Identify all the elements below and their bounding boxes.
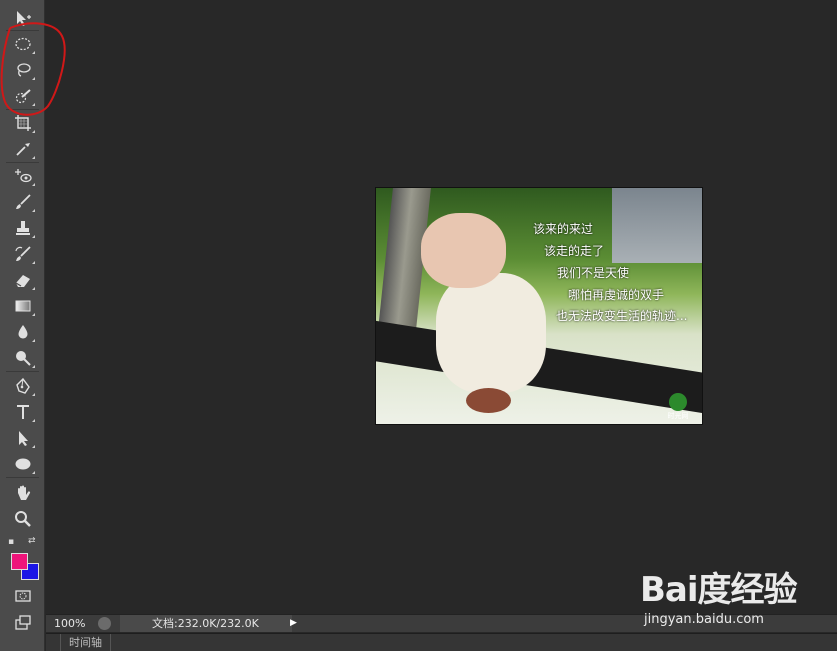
- bottom-panel-bar: 时间轴: [46, 633, 837, 651]
- path-selection-icon: [19, 431, 28, 446]
- path-selection-tool[interactable]: [9, 427, 37, 449]
- ellipse-shape-icon: [15, 458, 31, 470]
- foreground-color-swatch[interactable]: [11, 553, 28, 570]
- blur-icon: [18, 325, 28, 339]
- dodge-tool[interactable]: [9, 347, 37, 369]
- document-canvas[interactable]: 该来的来过 该走的走了 我们不是天使 哪怕再虔诚的双手 也无法改变生活的轨迹..…: [375, 187, 703, 425]
- teddy-bear-head: [421, 213, 506, 288]
- swap-colors-icon[interactable]: ⇄: [28, 536, 38, 546]
- default-colors-icon[interactable]: ▪: [8, 537, 18, 547]
- move-icon: [17, 11, 31, 26]
- zoom-options-icon[interactable]: [98, 617, 111, 630]
- zoom-level-field[interactable]: 100%: [46, 615, 94, 632]
- elliptical-marquee-icon: [15, 37, 31, 51]
- poem-line: 该走的走了: [544, 244, 605, 258]
- quick-mask-button[interactable]: [9, 585, 37, 607]
- eraser-tool[interactable]: [9, 269, 37, 291]
- poem-line: 也无法改变生活的轨迹...: [556, 309, 688, 323]
- poem-line: 该来的来过: [533, 222, 594, 236]
- zoom-tool[interactable]: [9, 508, 37, 530]
- history-brush-icon: [15, 246, 31, 261]
- screen-mode-icon: [15, 615, 31, 630]
- brush-icon: [16, 194, 31, 209]
- brush-tool[interactable]: [9, 191, 37, 213]
- toolbar-divider: [6, 162, 39, 163]
- gradient-icon: [15, 300, 31, 312]
- dodge-icon: [16, 351, 31, 366]
- spot-healing-tool[interactable]: [9, 165, 37, 187]
- move-tool[interactable]: [9, 7, 37, 29]
- toolbar-divider: [6, 109, 39, 110]
- status-menu-arrow-icon[interactable]: ▶: [290, 617, 302, 630]
- document-size-info: 文档:232.0K/232.0K: [120, 615, 292, 632]
- type-icon: [17, 405, 29, 419]
- tools-panel: ▪ ⇄: [0, 0, 45, 651]
- blur-tool[interactable]: [9, 321, 37, 343]
- toolbar-divider: [6, 477, 39, 478]
- pen-tool[interactable]: [9, 375, 37, 397]
- quick-selection-icon: [15, 89, 31, 104]
- history-brush-tool[interactable]: [9, 243, 37, 265]
- baidu-jingyan-watermark: Bai度经验 jingyan.baidu.com: [640, 562, 830, 632]
- quick-selection-tool[interactable]: [9, 85, 37, 107]
- clone-stamp-tool[interactable]: [9, 217, 37, 239]
- screen-mode-button[interactable]: [9, 612, 37, 634]
- lasso-tool[interactable]: [9, 59, 37, 81]
- poem-line: 哪怕再虔诚的双手: [568, 288, 665, 302]
- crop-tool[interactable]: [9, 112, 37, 134]
- hand-tool[interactable]: [9, 482, 37, 504]
- logo-text: 时光网: [667, 412, 689, 420]
- watermark-brand: Bai度经验: [640, 570, 798, 610]
- quick-mask-icon: [15, 590, 31, 602]
- elliptical-marquee-tool[interactable]: [9, 33, 37, 55]
- pen-icon: [16, 377, 30, 394]
- site-logo: 时光网: [662, 393, 694, 421]
- photo-background-wall: [612, 188, 702, 263]
- lasso-icon: [17, 63, 31, 77]
- logo-face-icon: [669, 393, 687, 411]
- gradient-tool[interactable]: [9, 295, 37, 317]
- type-tool[interactable]: [9, 401, 37, 423]
- toolbar-divider: [6, 371, 39, 372]
- ellipse-shape-tool[interactable]: [9, 453, 37, 475]
- crop-icon: [15, 115, 31, 131]
- tab-timeline[interactable]: 时间轴: [60, 634, 111, 651]
- eyedropper-tool[interactable]: [9, 138, 37, 160]
- hand-icon: [18, 485, 31, 500]
- watermark-url: jingyan.baidu.com: [644, 612, 764, 627]
- poem-line: 我们不是天使: [557, 266, 630, 280]
- teddy-bear-body: [436, 273, 546, 393]
- teddy-bear-foot: [466, 388, 511, 413]
- toolbar-divider: [6, 30, 39, 31]
- eyedropper-icon: [16, 143, 30, 156]
- eraser-icon: [15, 275, 30, 287]
- spot-healing-icon: [15, 169, 32, 183]
- clone-stamp-icon: [16, 221, 30, 235]
- zoom-icon: [15, 511, 31, 527]
